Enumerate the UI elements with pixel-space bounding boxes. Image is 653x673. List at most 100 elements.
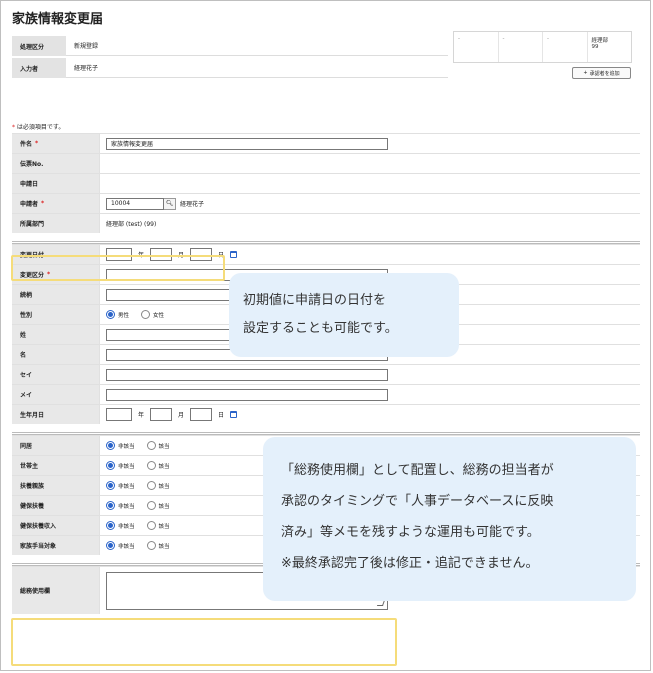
month-unit: 月: [178, 412, 185, 419]
applicant-name: 経理花子: [180, 201, 205, 208]
yes-radio[interactable]: 該当: [146, 481, 170, 490]
field-label: 名: [12, 345, 100, 364]
search-icon[interactable]: 🔍︎: [164, 197, 176, 210]
field-value: [100, 154, 640, 173]
label-text: 件名: [20, 141, 33, 148]
add-approver-button[interactable]: + 承認者を追加: [572, 67, 631, 79]
applicant-code-input[interactable]: 10004: [106, 197, 164, 210]
header-label: 入力者: [12, 58, 66, 78]
header-row-process-type: 処理区分 新規登録: [12, 36, 448, 56]
yes-radio[interactable]: 該当: [146, 501, 170, 510]
no-radio[interactable]: 非該当: [106, 521, 135, 530]
field-label: 伝票No.: [12, 154, 100, 173]
row-birth-date: 生年月日 年 月 日: [12, 404, 640, 424]
field-label: 同居: [12, 436, 100, 455]
month-input[interactable]: [150, 248, 173, 261]
radio-icon: [146, 541, 156, 550]
yes-radio[interactable]: 該当: [146, 461, 170, 470]
calendar-icon[interactable]: [230, 411, 238, 418]
calendar-icon[interactable]: [230, 251, 238, 258]
approver-cell: -: [454, 32, 499, 62]
day-input[interactable]: [190, 408, 213, 421]
field-value: [100, 174, 640, 193]
header-row-inputter: 入力者 経理花子: [12, 58, 448, 78]
radio-icon: [141, 310, 151, 319]
last-name-kana-input[interactable]: [106, 368, 388, 381]
approver-cell: -: [543, 32, 588, 62]
radio-label: 非該当: [118, 483, 135, 490]
no-radio[interactable]: 非該当: [106, 441, 135, 450]
field-value: 年 月 日: [100, 245, 640, 264]
callout-line: 設定することも可能です。: [243, 321, 398, 336]
radio-selected-icon: [106, 441, 115, 450]
radio-label: 該当: [158, 543, 170, 550]
year-unit: 年: [138, 252, 145, 259]
radio-label: 非該当: [118, 443, 135, 450]
callout-line: 承認のタイミングで「人事データベースに反映: [281, 494, 554, 509]
callout-line: ※最終承認完了後は修正・追記できません。: [281, 556, 539, 571]
no-radio[interactable]: 非該当: [106, 461, 135, 470]
required-mark: *: [35, 140, 39, 147]
row-slip-no: 伝票No.: [12, 153, 640, 173]
row-change-date: 変更日付 年 月 日: [12, 244, 640, 264]
required-note: * は必須項目です。: [12, 122, 64, 131]
field-label: メイ: [12, 385, 100, 404]
yes-radio[interactable]: 該当: [146, 441, 170, 450]
required-mark: *: [41, 200, 45, 207]
callout-line: 済み」等メモを残すような運用も可能です。: [281, 525, 540, 540]
gender-female-radio[interactable]: 女性: [141, 310, 164, 319]
callout-line: 「総務使用欄」として配置し、総務の担当者が: [281, 463, 554, 478]
radio-label: 該当: [158, 443, 170, 450]
no-radio[interactable]: 非該当: [106, 481, 135, 490]
gender-male-radio[interactable]: 男性: [106, 310, 129, 319]
radio-selected-icon: [106, 501, 115, 510]
field-label: 世帯主: [12, 456, 100, 475]
field-label: セイ: [12, 365, 100, 384]
field-label: 生年月日: [12, 405, 100, 424]
required-star-icon: *: [12, 124, 15, 131]
row-subject: 件名 * 家族情報変更届: [12, 133, 640, 153]
field-label: 続柄: [12, 285, 100, 304]
approver-cell: 経理部 99: [591, 38, 609, 50]
month-input[interactable]: [150, 408, 173, 421]
radio-label: 該当: [158, 463, 170, 470]
subject-input[interactable]: 家族情報変更届: [106, 137, 388, 150]
yes-radio[interactable]: 該当: [146, 521, 170, 530]
day-unit: 日: [218, 252, 225, 259]
day-input[interactable]: [190, 248, 213, 261]
field-label: 家族手当対象: [12, 536, 100, 555]
radio-label: 非該当: [118, 523, 135, 530]
yes-radio[interactable]: 該当: [146, 541, 170, 550]
radio-selected-icon: [106, 481, 115, 490]
radio-label: 該当: [158, 483, 170, 490]
no-radio[interactable]: 非該当: [106, 501, 135, 510]
row-applicant: 申請者 * 10004 🔍︎ 経理花子: [12, 193, 640, 213]
day-unit: 日: [218, 412, 225, 419]
radio-label: 該当: [158, 523, 170, 530]
callout-admin-notes: 「総務使用欄」として配置し、総務の担当者が 承認のタイミングで「人事データベース…: [263, 437, 636, 601]
page-title: 家族情報変更届: [12, 12, 104, 27]
year-input[interactable]: [106, 408, 132, 421]
label-text: 申請者: [20, 201, 39, 208]
radio-icon: [146, 521, 156, 530]
required-note-text: は必須項目です。: [16, 124, 65, 131]
radio-icon: [146, 461, 156, 470]
radio-selected-icon: [106, 541, 115, 550]
month-unit: 月: [178, 252, 185, 259]
row-apply-date: 申請日: [12, 173, 640, 193]
plus-icon: +: [583, 70, 588, 76]
field-value: 10004 🔍︎ 経理花子: [100, 194, 640, 213]
field-label: 健保扶養収入: [12, 516, 100, 535]
field-value: 年 月 日: [100, 405, 640, 424]
radio-label: 男性: [118, 312, 130, 319]
first-name-kana-input[interactable]: [106, 388, 388, 401]
year-input[interactable]: [106, 248, 132, 261]
no-radio[interactable]: 非該当: [106, 541, 135, 550]
radio-label: 非該当: [118, 463, 135, 470]
radio-selected-icon: [106, 521, 115, 530]
field-value: [100, 385, 640, 404]
field-value: [100, 365, 640, 384]
field-label: 性別: [12, 305, 100, 324]
